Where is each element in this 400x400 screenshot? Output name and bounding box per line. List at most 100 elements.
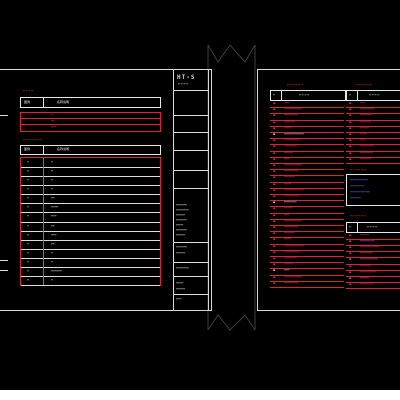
section-a-table: ━ ━━ ━━━ (20, 112, 161, 132)
row-text: ━━━ (360, 138, 366, 143)
table-row-line (346, 113, 400, 115)
row-text: ━━━━━━━━ (360, 107, 375, 112)
row-symbol: ▪ (273, 274, 276, 279)
row-text: ━━━ (360, 101, 366, 105)
row-symbol: ▪ (273, 181, 276, 186)
row-symbol: ▪ (273, 231, 276, 236)
row-symbol: ▪ (273, 138, 276, 143)
title-block[interactable]: HT-S ━ ━ ━ ━ ━━━━━━ ━━━━━━━ ━━━━━ ━━━━━━… (173, 69, 209, 311)
row-text: ━━━━━━━━━━━ (284, 132, 304, 136)
row-text: ━━━━━━━━━ (284, 194, 301, 198)
table-row-line (270, 194, 344, 195)
table-row-line (270, 237, 344, 239)
table-row-line (270, 156, 344, 158)
table-row-line (270, 187, 344, 189)
table-row-line (270, 280, 344, 282)
row-text: ━━━━━━━ (360, 251, 373, 256)
table-row-line (21, 212, 160, 213)
row-text: ━━━━━━━ (284, 144, 297, 149)
row-symbol: ▪ (273, 262, 276, 267)
table-row-line (21, 231, 160, 232)
table-row-line (270, 125, 344, 127)
table-row-line (346, 150, 400, 152)
row-text: ━ (51, 278, 53, 282)
row-symbol: ▪ (349, 281, 352, 286)
row-symbol: ━ (27, 224, 29, 228)
row-text: ━━━━ (284, 181, 292, 186)
table-row-line (270, 231, 344, 233)
row-symbol: ▪ (349, 125, 352, 130)
row-symbol: ▪ (349, 257, 352, 262)
row-text: ━━━━━━━━━ (360, 269, 377, 274)
row-symbol: ▪ (349, 119, 352, 124)
right-table-b-header: ━ ━ ━ ━ ━ (346, 90, 400, 101)
row-symbol: ━ (27, 242, 29, 246)
row-text: ━━━━━━━━━━ (284, 107, 303, 112)
row-symbol: ▪ (349, 156, 352, 161)
section-b-header-table: 图例 名称说明 (20, 145, 161, 155)
table-row-line (270, 163, 344, 164)
table-row-line (270, 107, 344, 109)
row-text: ━━━ (284, 156, 290, 161)
table-row-line (270, 287, 344, 288)
row-symbol: ━ (27, 196, 29, 200)
header-cell: 名称说明 (57, 147, 70, 151)
row-symbol: ▪ (273, 194, 276, 198)
table-row-line (270, 175, 344, 177)
header-cell: 名称说明 (57, 100, 70, 104)
row-symbol: ▪ (349, 144, 352, 149)
row-symbol: ▪ (273, 132, 276, 136)
table-row-line (21, 285, 160, 286)
row-symbol: ▪ (273, 144, 276, 149)
row-text: ━━━━ (284, 237, 292, 242)
table-row-line (21, 276, 160, 277)
row-symbol: ▪ (273, 225, 276, 229)
table-row-line (270, 249, 344, 251)
row-symbol: ━ (27, 169, 29, 173)
row-symbol: ━ (27, 187, 29, 191)
row-text: ━━━━ (360, 132, 368, 136)
table-row-line (270, 119, 344, 121)
row-symbol: ▪ (349, 138, 352, 143)
table-row-line (346, 163, 400, 164)
row-text: ━━━ (284, 212, 290, 217)
row-symbol: ▪ (273, 256, 276, 260)
table-row-line (21, 240, 160, 241)
row-text: ━━━━━━ (284, 119, 295, 124)
row-symbol: ▪ (273, 101, 276, 105)
row-symbol: ▪ (273, 280, 276, 285)
row-text: ━ (51, 160, 53, 164)
row-symbol: ━ (27, 214, 29, 218)
right-table-d-title: ━ ━ ━ ━ ━ ━ (350, 214, 366, 218)
table-row-line (270, 169, 344, 171)
row-text: ━━ (51, 242, 55, 246)
row-text: ━━━━━━━━ (360, 281, 375, 286)
table-row-line (346, 125, 400, 127)
row-symbol: ▪ (349, 101, 352, 105)
row-symbol: ▪ (273, 268, 276, 273)
logo-subtitle: ━ ━ ━ ━ (178, 82, 189, 86)
right-table-d-header: ━ ━ ━ ━ ━ (346, 222, 400, 233)
row-text: ━━━━━━━━━ (284, 249, 301, 254)
header-cell: 图例 (24, 147, 31, 151)
table-row-line (270, 132, 344, 133)
table-row-line (346, 251, 400, 253)
table-row-line (21, 258, 160, 259)
row-symbol: ━ (27, 205, 29, 209)
row-symbol: ▪ (273, 156, 276, 161)
row-text: ━━━━━━━━ (284, 225, 299, 229)
right-table-a-rows: ▪ ━━━ ▪ ━━━━━━━━━━ ▪ ━━━━━━━━ ▪ ━━━━━━ ▪ ━━━━ ▪ ━━━… (270, 101, 344, 288)
row-text: ━━━ (51, 233, 57, 237)
table-row-line (21, 176, 160, 177)
cad-drawing-canvas[interactable]: ━ ━ ━ ━ 图例 名称说明 ━ ━━ ━━━ ━ ━ ━ ━ ━ ━ ━ 图… (0, 0, 400, 390)
row-symbol: ▪ (349, 251, 352, 256)
table-row-line (346, 275, 400, 277)
row-symbol: ▪ (273, 113, 276, 118)
row-text: ━ (51, 178, 53, 182)
company-logo: HT-S (177, 74, 196, 81)
table-row-line (21, 194, 160, 195)
row-text: ━━━━━ (284, 150, 294, 155)
table-row-line (270, 274, 344, 276)
table-row-line (270, 212, 344, 214)
table-row-line (21, 203, 160, 204)
